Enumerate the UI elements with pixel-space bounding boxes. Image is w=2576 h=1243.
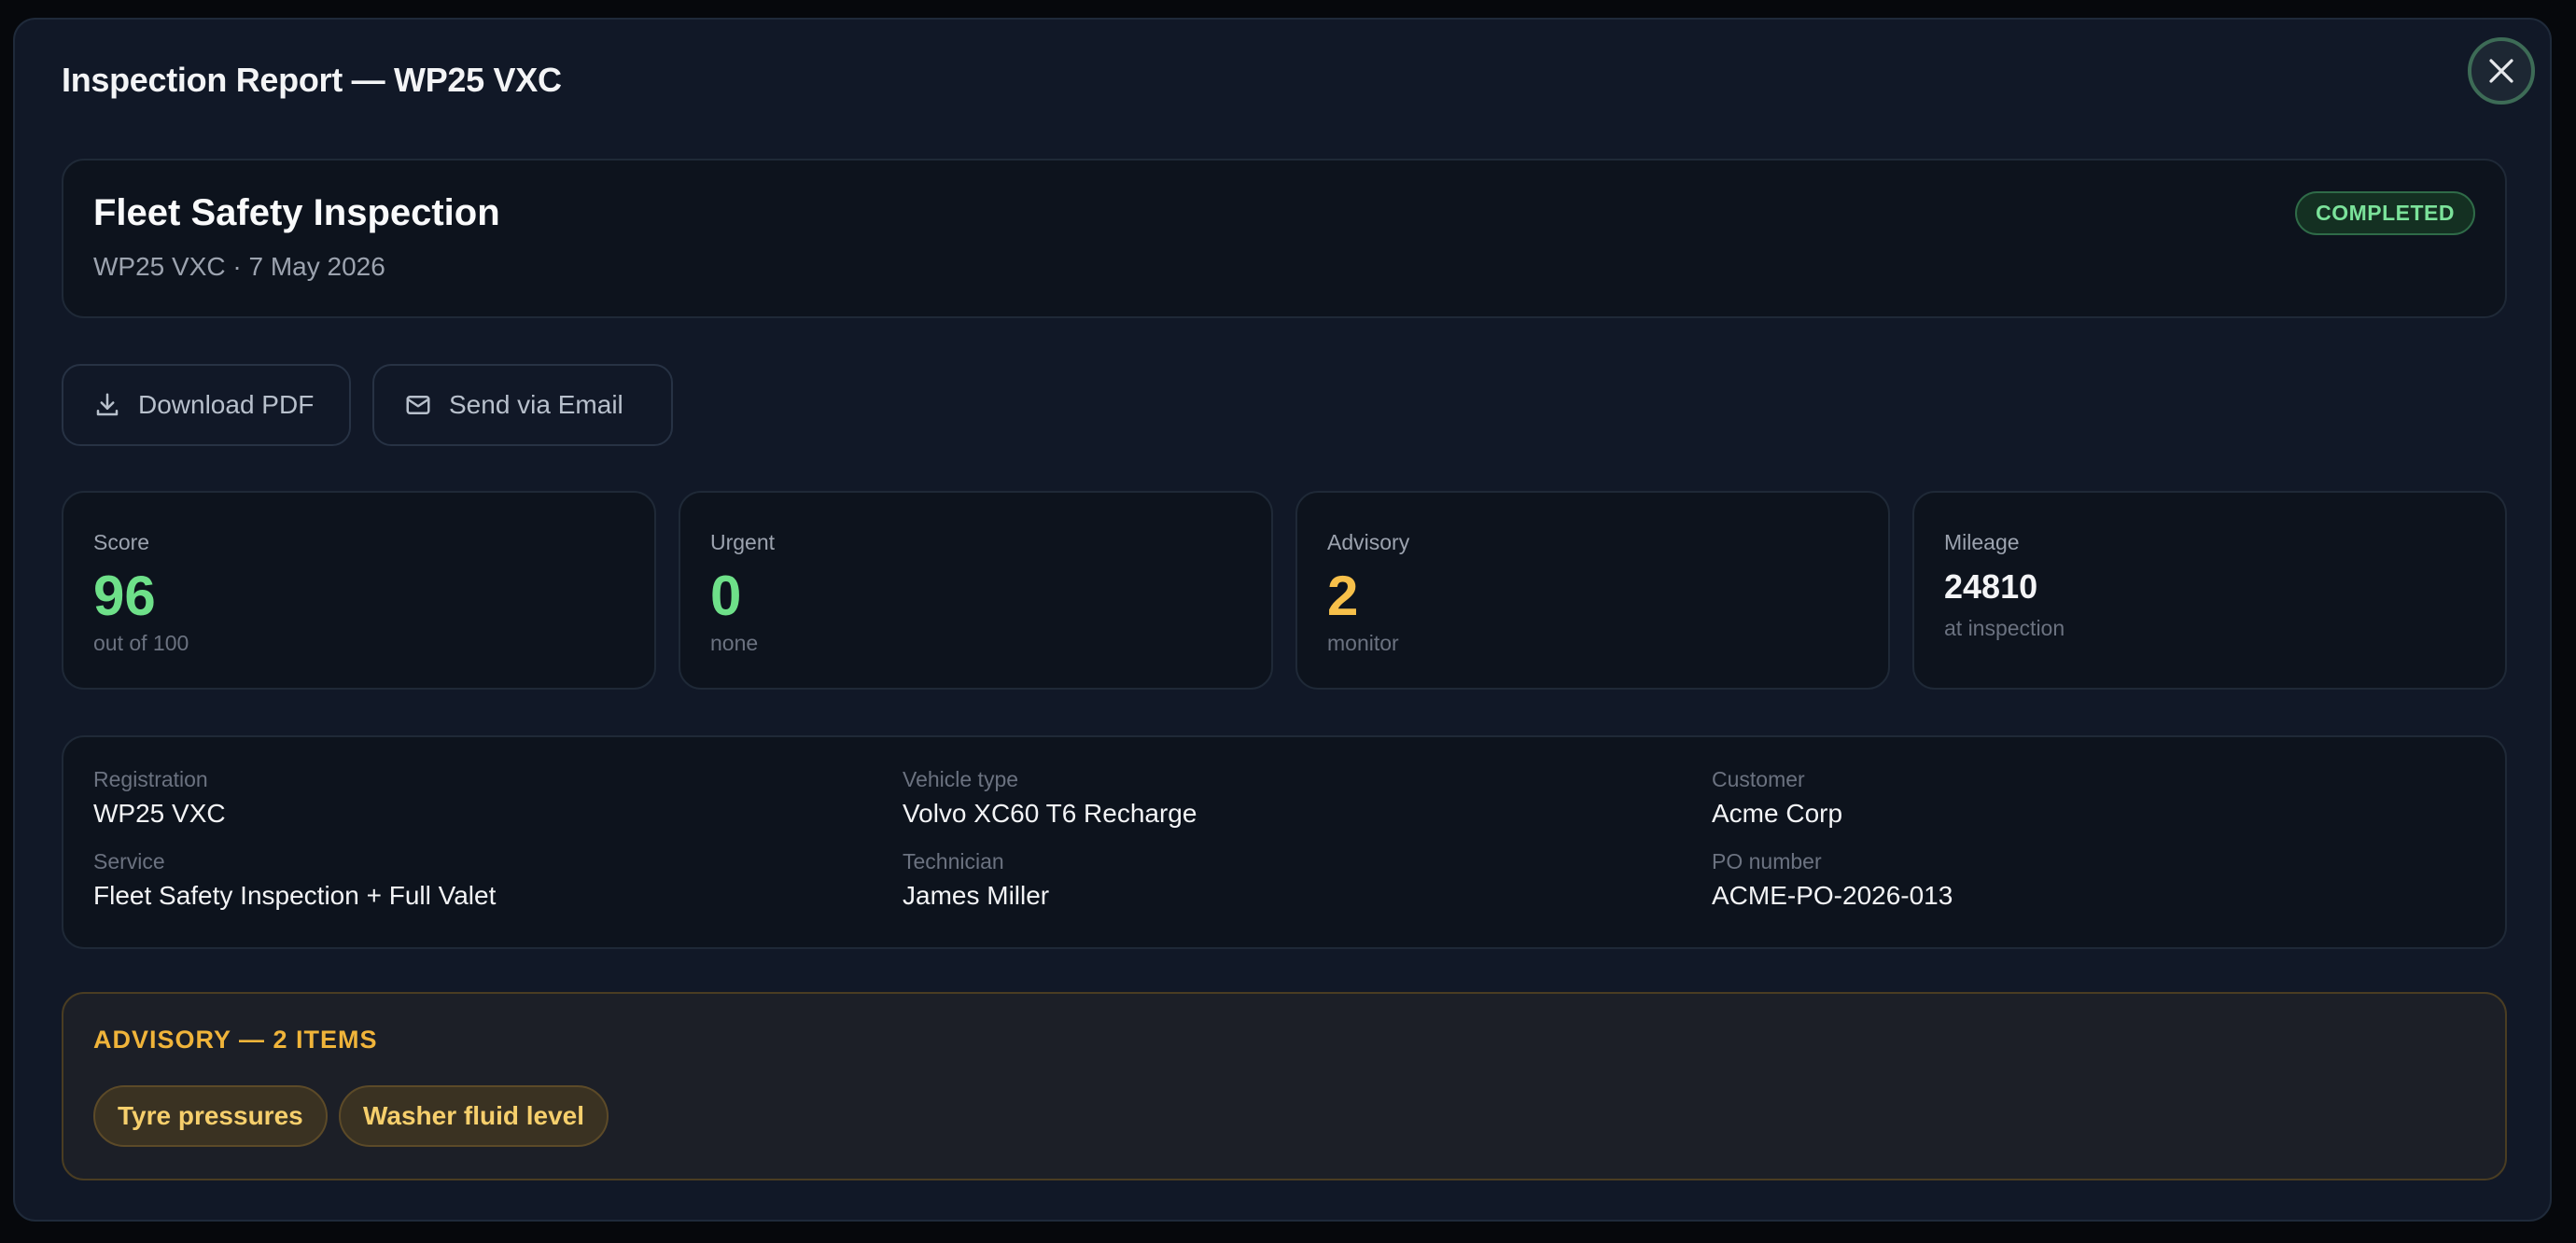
stat-label: Urgent [710,530,776,554]
customer-label: Customer [1712,767,1805,791]
urgent-value: 0 [710,565,742,627]
download-icon [96,393,119,416]
registration-value: WP25 VXC [93,799,226,828]
close-button[interactable] [2468,37,2535,105]
technician-value: James Miller [903,881,1050,910]
technician-label: Technician [903,849,1004,873]
stat-label: Score [93,530,150,554]
vehicle-type-value: Volvo XC60 T6 Recharge [903,799,1197,828]
advisory-stat-card: Advisory 2 monitor [1295,491,1890,690]
status-badge: COMPLETED [2295,191,2475,235]
send-email-label: Send via Email [449,390,623,419]
advisory-title: ADVISORY — 2 ITEMS [93,1026,378,1054]
advisory-panel: ADVISORY — 2 ITEMS Tyre pressures Washer… [62,992,2507,1180]
inspection-header-card: Fleet Safety Inspection WP25 VXC · 7 May… [62,159,2507,318]
vehicle-type-label: Vehicle type [903,767,1019,791]
modal-title: Inspection Report — WP25 VXC [62,61,562,99]
stat-sub: none [710,631,759,655]
mileage-value: 24810 [1944,567,2038,606]
advisory-chip: Washer fluid level [339,1085,609,1147]
download-pdf-label: Download PDF [138,390,315,419]
mail-icon [406,396,430,414]
inspection-subtitle: WP25 VXC · 7 May 2026 [93,252,385,281]
stat-sub: monitor [1327,631,1399,655]
inspection-title: Fleet Safety Inspection [93,192,500,233]
score-stat-card: Score 96 out of 100 [62,491,656,690]
score-value: 96 [93,565,156,627]
service-label: Service [93,849,165,873]
customer-value: Acme Corp [1712,799,1843,828]
registration-label: Registration [93,767,208,791]
urgent-stat-card: Urgent 0 none [679,491,1273,690]
download-pdf-button[interactable]: Download PDF [62,364,351,446]
advisory-value: 2 [1327,565,1359,627]
po-number-value: ACME-PO-2026-013 [1712,881,1953,910]
stat-sub: at inspection [1944,616,2065,640]
vehicle-details-card: Registration WP25 VXC Vehicle type Volvo… [62,735,2507,949]
stat-label: Mileage [1944,530,2020,554]
inspection-report-modal: Inspection Report — WP25 VXC Fleet Safet… [13,18,2552,1222]
advisory-chip: Tyre pressures [93,1085,328,1147]
service-value: Fleet Safety Inspection + Full Valet [93,881,497,910]
mileage-stat-card: Mileage 24810 at inspection [1912,491,2507,690]
send-email-button[interactable]: Send via Email [372,364,673,446]
stat-sub: out of 100 [93,631,189,655]
close-icon [2489,59,2513,83]
po-number-label: PO number [1712,849,1822,873]
stat-label: Advisory [1327,530,1410,554]
